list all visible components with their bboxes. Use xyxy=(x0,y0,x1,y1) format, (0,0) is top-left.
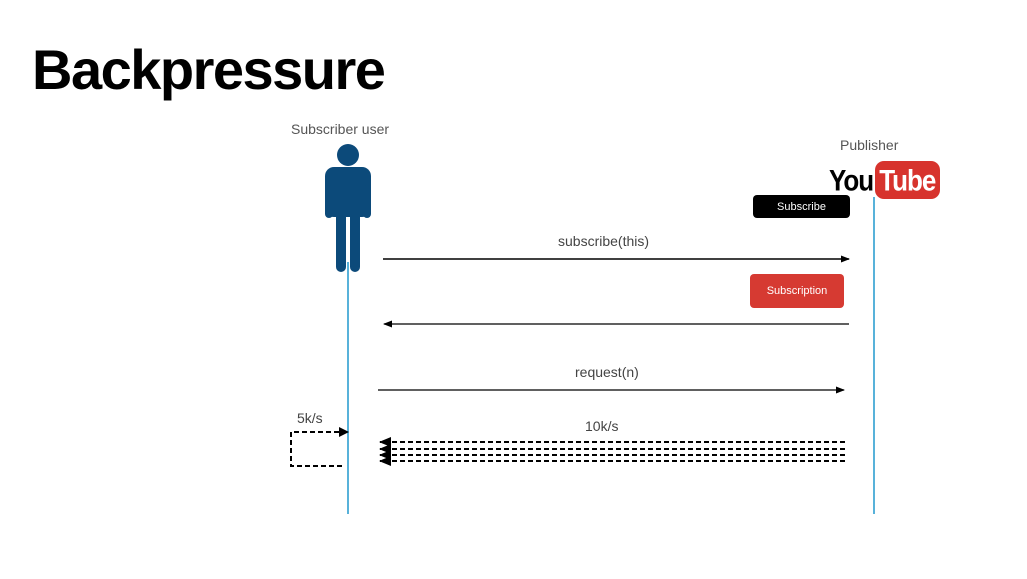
subscription-badge: Subscription xyxy=(750,274,844,308)
publisher-rate-label: 10k/s xyxy=(585,418,619,434)
sequence-diagram xyxy=(290,144,875,514)
subscriber-rate-label: 5k/s xyxy=(297,410,323,426)
subscriber-processing-loop xyxy=(290,427,349,467)
subscribe-message-label: subscribe(this) xyxy=(558,233,650,249)
subscribe-badge: Subscribe xyxy=(753,195,850,218)
request-message-label: request(n) xyxy=(575,364,639,380)
person-icon xyxy=(325,144,371,272)
slide: Backpressure Subscriber user Publisher Y… xyxy=(0,0,1027,579)
publisher-flood-arrows xyxy=(379,437,845,466)
